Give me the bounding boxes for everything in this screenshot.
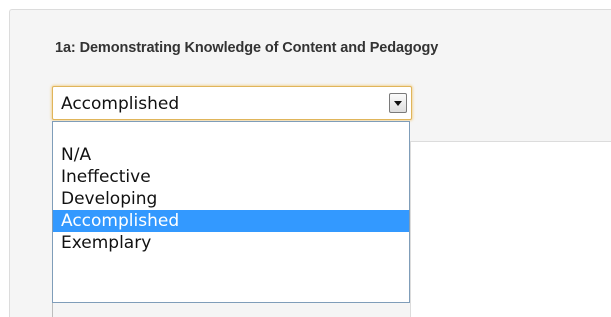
- comment-area[interactable]: [410, 141, 611, 317]
- rating-select[interactable]: Accomplished: [52, 86, 412, 120]
- dropdown-arrow-icon[interactable]: [389, 93, 407, 113]
- option-developing[interactable]: Developing: [53, 188, 409, 210]
- option-accomplished[interactable]: Accomplished: [53, 210, 409, 232]
- option-ineffective[interactable]: Ineffective: [53, 166, 409, 188]
- rating-options-list: N/A Ineffective Developing Accomplished …: [52, 121, 410, 303]
- rating-select-value: Accomplished: [61, 94, 180, 114]
- panel-divider: [52, 303, 53, 317]
- screen: 1a: Demonstrating Knowledge of Content a…: [0, 0, 611, 317]
- component-title: 1a: Demonstrating Knowledge of Content a…: [55, 40, 439, 56]
- option-exemplary[interactable]: Exemplary: [53, 232, 409, 254]
- option-na[interactable]: N/A: [53, 144, 409, 166]
